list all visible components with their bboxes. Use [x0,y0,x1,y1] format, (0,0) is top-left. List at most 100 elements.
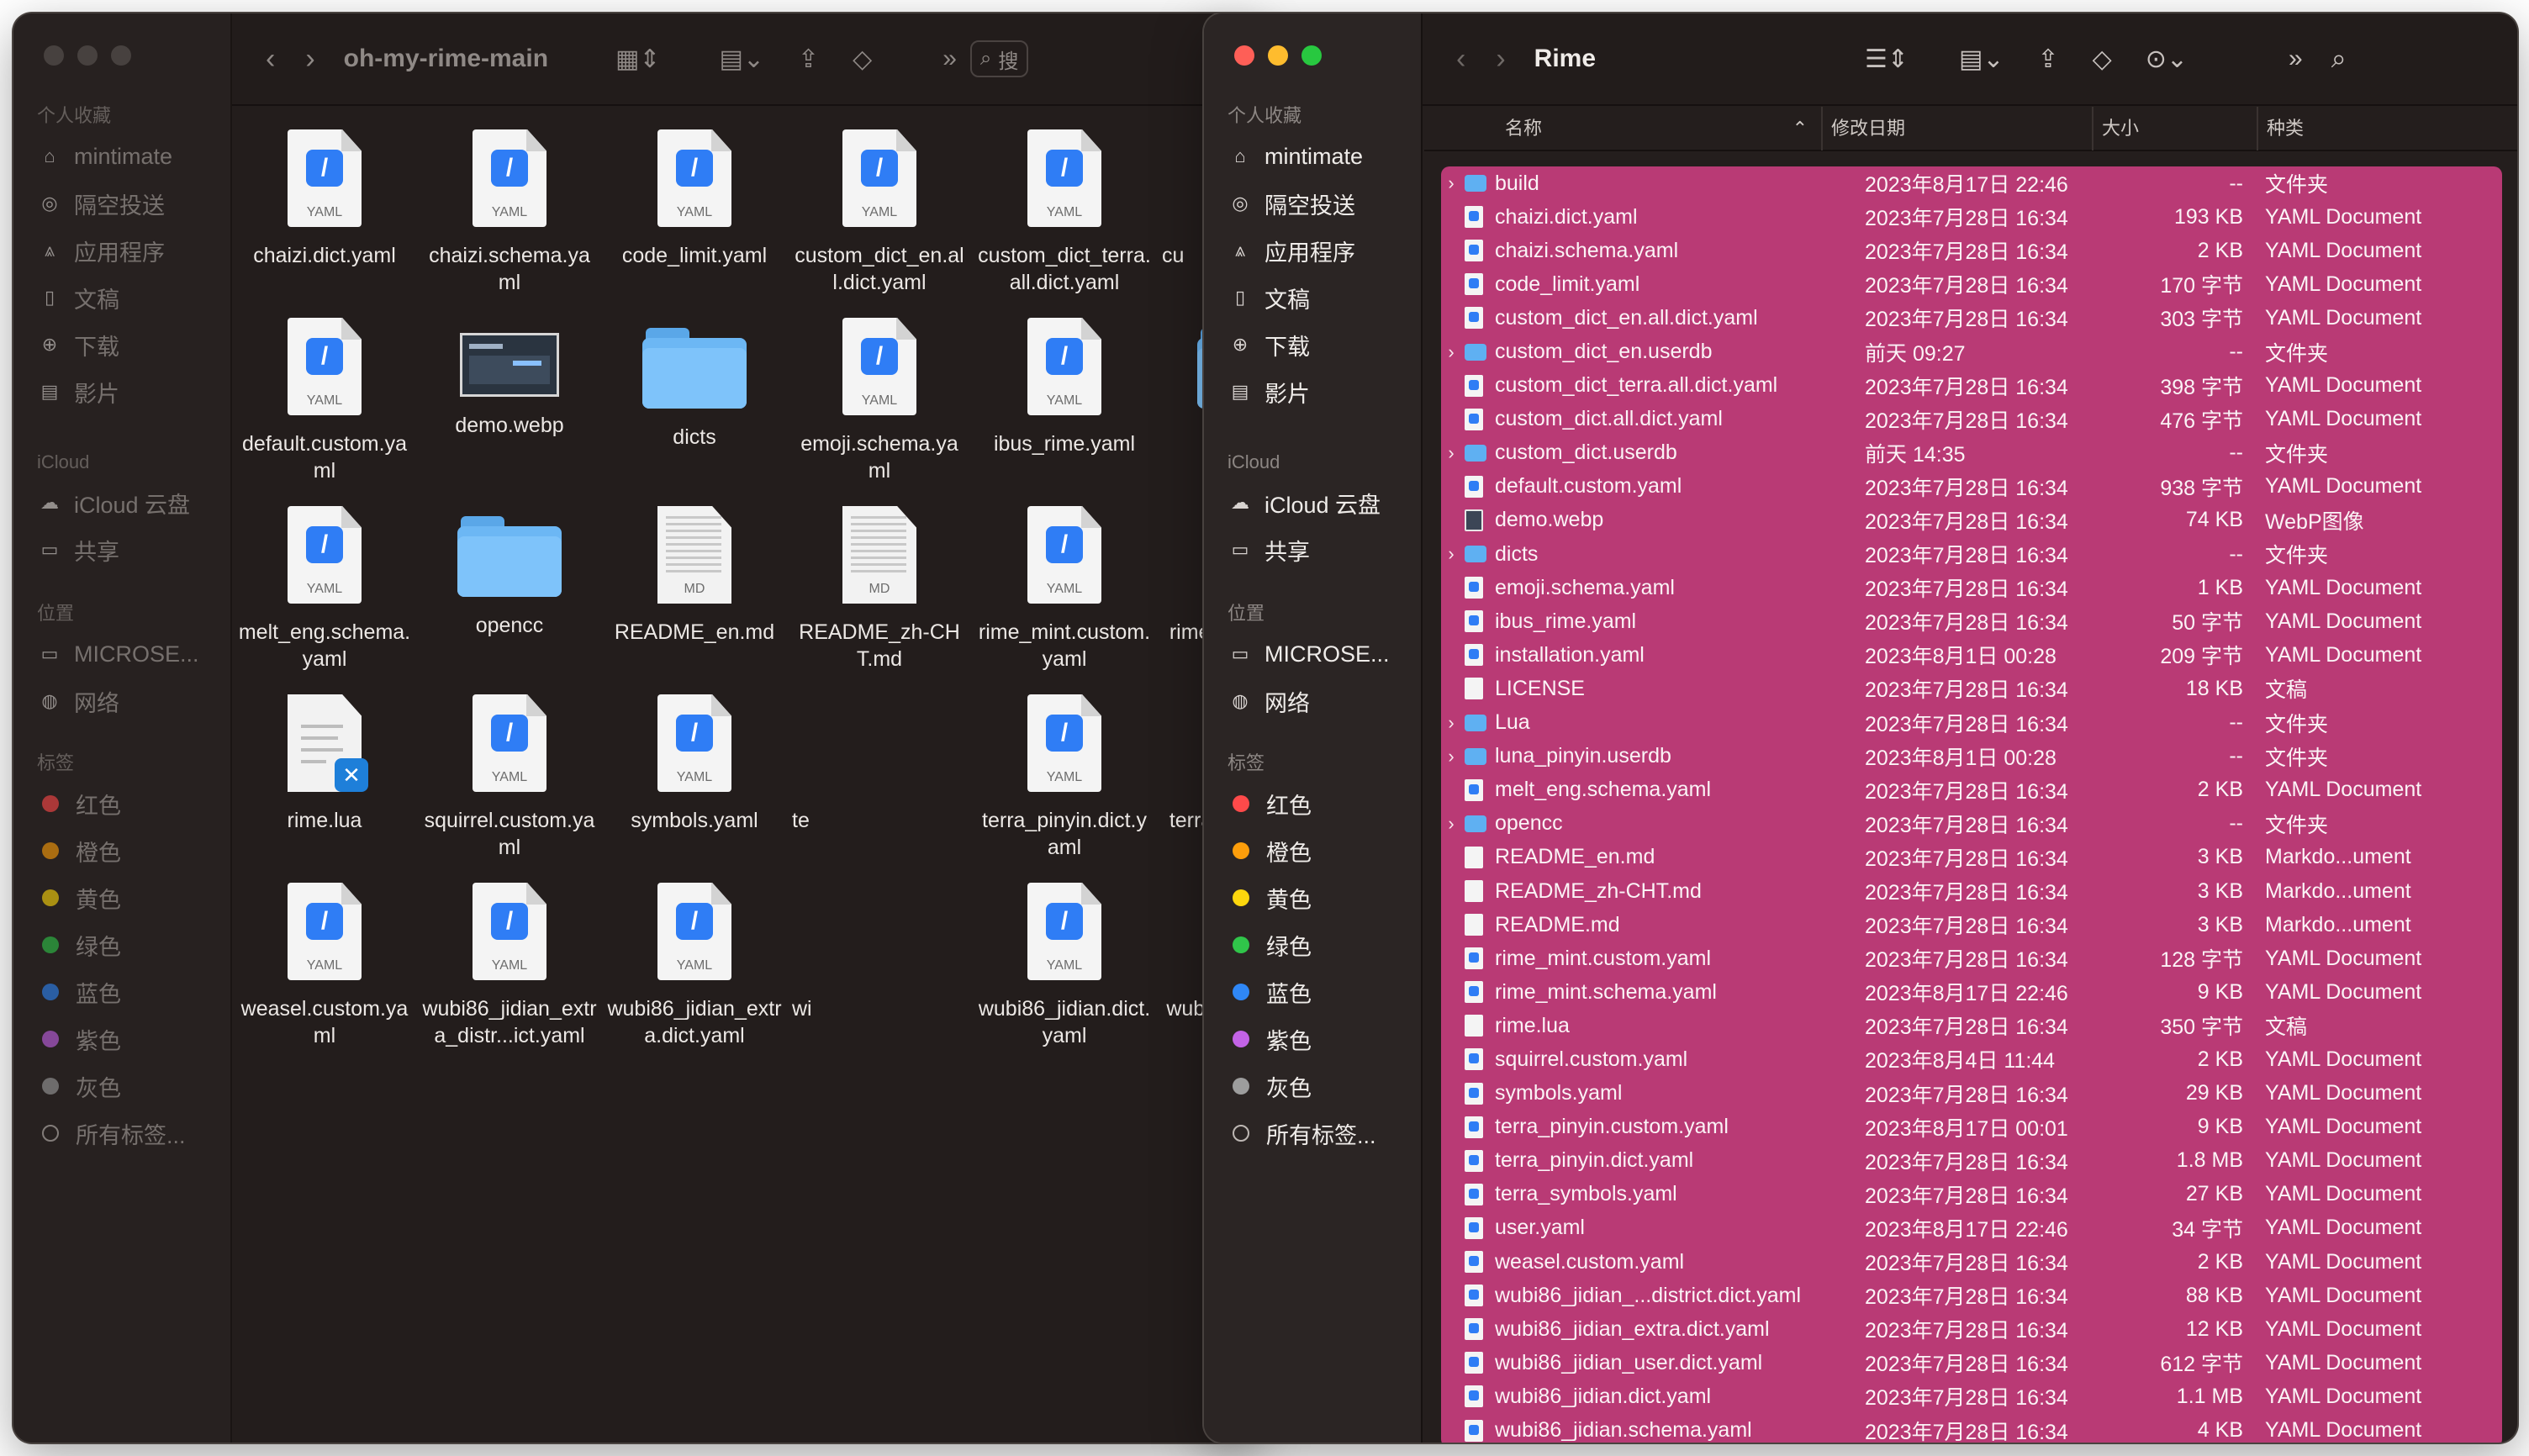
table-row[interactable]: ibus_rime.yaml 2023年7月28日 16:34 50 字节 YAML … [1441,604,2502,639]
sidebar-item-movies[interactable]: ▤ 影片 [13,368,230,415]
forward-icon[interactable]: › [1496,43,1505,76]
sidebar-item-airdrop[interactable]: ◎ 隔空投送 [13,180,230,227]
file-item[interactable]: / YAML code_limit.yaml [602,129,787,269]
table-row[interactable]: wubi86_jidian_user.dict.yaml 2023年7月28日 1… [1441,1346,2502,1380]
file-item[interactable]: / YAML terra_pinyin.dict.yaml [972,694,1157,861]
sidebar-tag-orange[interactable]: 橙色 [13,827,230,874]
more-toolbar-icon[interactable]: » [942,45,957,73]
table-row[interactable]: default.custom.yaml 2023年7月28日 16:34 938 字… [1441,469,2502,504]
table-row[interactable]: custom_dict_en.all.dict.yaml 2023年7月28日 1… [1441,301,2502,335]
sidebar-tag-red[interactable]: 红色 [1204,780,1421,827]
zoom-button[interactable] [1301,45,1322,66]
icon-view-icon[interactable]: ▦⇕ [615,45,660,74]
file-item[interactable]: te [787,694,972,834]
file-item[interactable]: MD README_zh-CHT.md [787,506,972,673]
sidebar-item-applications[interactable]: ⩓ 应用程序 [13,227,230,274]
forward-icon[interactable]: › [305,43,314,76]
file-item[interactable]: / YAML symbols.yaml [602,694,787,834]
sidebar-item-microsoft[interactable]: ▭ MICROSE... [1204,630,1421,678]
table-row[interactable]: › dicts 2023年7月28日 16:34 -- 文件夹 [1441,537,2502,572]
file-item[interactable]: / YAML custom_dict_terra.all.dict.yaml [972,129,1157,296]
file-item[interactable]: demo.webp [417,318,602,439]
group-icon[interactable]: ▤⌄ [1959,45,2004,74]
table-row[interactable]: rime_mint.custom.yaml 2023年7月28日 16:34 128… [1441,942,2502,976]
sidebar-tag-orange[interactable]: 橙色 [1204,827,1421,874]
sidebar-item-mintimate[interactable]: ⌂ mintimate [1204,133,1421,180]
search-field[interactable]: ⌕ 搜 [969,40,1029,77]
disclosure-chevron-icon[interactable]: › [1441,341,1461,363]
close-button[interactable] [44,45,64,66]
table-row[interactable]: wubi86_jidian_...district.dict.yaml 2023年… [1441,1279,2502,1313]
file-item[interactable]: / YAML ibus_rime.yaml [972,318,1157,457]
table-row[interactable]: weasel.custom.yaml 2023年7月28日 16:34 2 KB YA… [1441,1245,2502,1279]
sidebar-tag-red[interactable]: 红色 [13,780,230,827]
sidebar-tag-green[interactable]: 绿色 [1204,921,1421,968]
action-menu-icon[interactable]: ⊙⌄ [2146,45,2188,74]
file-item[interactable]: ✕ rime.lua [232,694,417,834]
tag-icon[interactable]: ◇ [2093,45,2112,74]
file-item[interactable]: / YAML wubi86_jidian_extra.dict.yaml [602,883,787,1049]
table-row[interactable]: squirrel.custom.yaml 2023年8月4日 11:44 2 KB Y… [1441,1042,2502,1077]
table-row[interactable]: symbols.yaml 2023年7月28日 16:34 29 KB YAML Do… [1441,1076,2502,1110]
zoom-button[interactable] [111,45,131,66]
sidebar-item-applications[interactable]: ⩓ 应用程序 [1204,227,1421,274]
file-item[interactable]: / YAML wubi86_jidian.dict.yaml [972,883,1157,1049]
column-header-size[interactable]: 大小 [2093,107,2258,150]
sidebar-item-icloud-drive[interactable]: ☁ iCloud 云盘 [13,479,230,526]
search-icon[interactable]: ⌕ [2331,43,2347,75]
sidebar-item-mintimate[interactable]: ⌂ mintimate [13,133,230,180]
table-row[interactable]: › opencc 2023年7月28日 16:34 -- 文件夹 [1441,806,2502,841]
table-row[interactable]: code_limit.yaml 2023年7月28日 16:34 170 字节 YAM… [1441,267,2502,302]
finder-window-oh-my-rime[interactable]: 个人收藏 ⌂ mintimate ◎ 隔空投送 ⩓ 应用程序 ▯ 文稿 ⊕ 下载 ▤ 影片 … [13,13,1258,1443]
sidebar-item-shared[interactable]: ▭ 共享 [1204,526,1421,573]
file-item[interactable]: / YAML chaizi.dict.yaml [232,129,417,269]
file-item[interactable]: / YAML wubi86_jidian_extra_distr...ict.yam… [417,883,602,1049]
sidebar-tag-all[interactable]: 所有标签... [1204,1110,1421,1157]
table-row[interactable]: wubi86_jidian_extra.dict.yaml 2023年7月28日 … [1441,1312,2502,1347]
sidebar-tag-purple[interactable]: 紫色 [1204,1016,1421,1063]
table-row[interactable]: wubi86_jidian.schema.yaml 2023年7月28日 16:3… [1441,1413,2502,1443]
table-row[interactable]: chaizi.schema.yaml 2023年7月28日 16:34 2 KB YA… [1441,234,2502,268]
close-button[interactable] [1234,45,1254,66]
sidebar-item-downloads[interactable]: ⊕ 下载 [1204,321,1421,368]
column-header-name[interactable]: 名称 ⌃ [1424,107,1823,150]
table-row[interactable]: demo.webp 2023年7月28日 16:34 74 KB WebP图像 [1441,503,2502,538]
list-view-icon[interactable]: ☰⇕ [1865,45,1909,74]
file-item[interactable]: / YAML chaizi.schema.yaml [417,129,602,296]
sidebar-tag-purple[interactable]: 紫色 [13,1016,230,1063]
table-row[interactable]: terra_symbols.yaml 2023年7月28日 16:34 27 KB Y… [1441,1177,2502,1211]
sidebar-item-shared[interactable]: ▭ 共享 [13,526,230,573]
file-item[interactable]: / YAML emoji.schema.yaml [787,318,972,484]
file-item[interactable]: / YAML weasel.custom.yaml [232,883,417,1049]
sidebar-item-network[interactable]: ◍ 网络 [13,678,230,725]
minimize-button[interactable] [1268,45,1288,66]
sidebar-item-icloud-drive[interactable]: ☁ iCloud 云盘 [1204,479,1421,526]
table-row[interactable]: rime.lua 2023年7月28日 16:34 350 字节 文稿 [1441,1009,2502,1043]
table-row[interactable]: custom_dict.all.dict.yaml 2023年7月28日 16:3… [1441,402,2502,436]
minimize-button[interactable] [77,45,98,66]
share-icon[interactable]: ⇪ [2038,45,2059,74]
sidebar-item-documents[interactable]: ▯ 文稿 [1204,274,1421,321]
sidebar-item-documents[interactable]: ▯ 文稿 [13,274,230,321]
column-header-kind[interactable]: 种类 [2258,107,2511,150]
file-item[interactable]: / YAML squirrel.custom.yaml [417,694,602,861]
group-icon[interactable]: ▤⌄ [720,45,764,74]
disclosure-chevron-icon[interactable]: › [1441,712,1461,734]
share-icon[interactable]: ⇪ [798,45,819,74]
file-item[interactable]: / YAML default.custom.yaml [232,318,417,484]
file-item[interactable]: MD README_en.md [602,506,787,646]
table-row[interactable]: custom_dict_terra.all.dict.yaml 2023年7月28… [1441,368,2502,403]
sidebar-tag-blue[interactable]: 蓝色 [13,968,230,1016]
file-item[interactable]: / YAML rime_mint.custom.yaml [972,506,1157,673]
disclosure-chevron-icon[interactable]: › [1441,543,1461,565]
table-row[interactable]: rime_mint.schema.yaml 2023年8月17日 22:46 9 K… [1441,975,2502,1010]
tag-icon[interactable]: ◇ [853,45,872,74]
disclosure-chevron-icon[interactable]: › [1441,172,1461,194]
back-icon[interactable]: ‹ [266,43,275,76]
file-item[interactable]: / YAML custom_dict_en.all.dict.yaml [787,129,972,296]
table-row[interactable]: chaizi.dict.yaml 2023年7月28日 16:34 193 KB YA… [1441,200,2502,235]
disclosure-chevron-icon[interactable]: › [1441,746,1461,768]
sidebar-tag-gray[interactable]: 灰色 [13,1063,230,1110]
sidebar-tag-blue[interactable]: 蓝色 [1204,968,1421,1016]
finder-window-rime[interactable]: 个人收藏 ⌂ mintimate ◎ 隔空投送 ⩓ 应用程序 ▯ 文稿 ⊕ 下载 ▤ 影片 … [1204,13,2517,1443]
